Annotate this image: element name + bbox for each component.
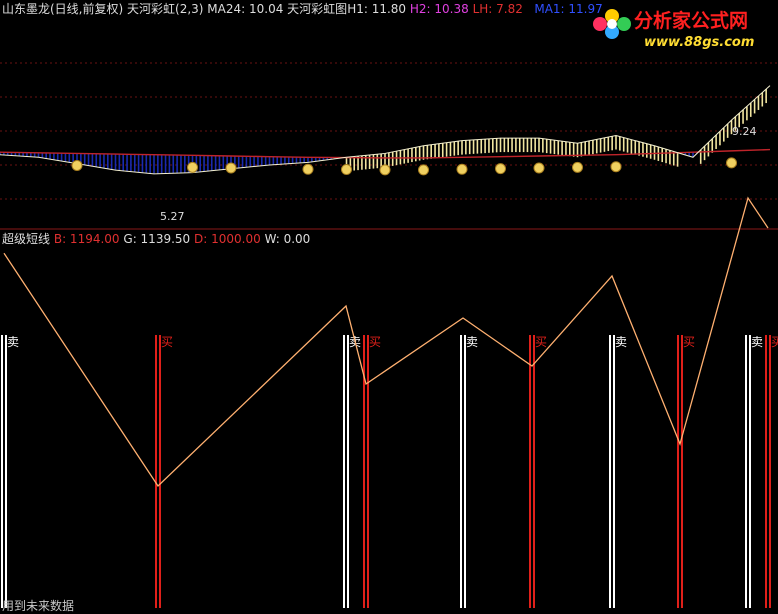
money-bag-icon bbox=[379, 164, 391, 176]
site-logo: 分析家公式网 www.88gs.com bbox=[593, 9, 754, 50]
signal-label: 买 bbox=[369, 335, 381, 349]
signal-label: 买 bbox=[771, 335, 778, 349]
money-bag-shape bbox=[495, 163, 506, 175]
logo-title: 分析家公式网 bbox=[634, 9, 748, 32]
money-bag-shape bbox=[572, 161, 583, 173]
money-bag-icon bbox=[302, 163, 314, 175]
money-bag-icon bbox=[533, 162, 545, 174]
ma24-value: MA24: 10.04 bbox=[207, 2, 284, 16]
money-bag-icon bbox=[726, 157, 737, 169]
rainbow-name: 天河彩虹图 bbox=[287, 2, 348, 16]
h1-value: H1: 11.80 bbox=[347, 2, 407, 16]
low-price-label: 5.27 bbox=[160, 210, 185, 223]
money-bag-shape bbox=[187, 161, 198, 173]
signal-label: 买 bbox=[535, 335, 547, 349]
money-bag-shape bbox=[726, 157, 737, 169]
signal-label: 卖 bbox=[7, 335, 19, 349]
indicator-short-line: 超级短线 bbox=[2, 232, 51, 246]
money-bag-shape bbox=[379, 164, 391, 176]
d-value: D: 1000.00 bbox=[194, 232, 261, 246]
top-header: 山东墨龙(日线,前复权) 天河彩虹(2,3) MA24: 10.04 天河彩虹图… bbox=[2, 2, 603, 16]
money-bag-icon bbox=[341, 164, 352, 176]
money-bag-icon bbox=[572, 161, 583, 173]
indicator-name: 天河彩虹(2,3) bbox=[127, 2, 204, 16]
signal-label: 卖 bbox=[615, 335, 627, 349]
signal-label: 卖 bbox=[751, 335, 763, 349]
money-bag-icon bbox=[225, 162, 237, 174]
money-bag-shape bbox=[302, 163, 314, 175]
w-value: W: 0.00 bbox=[264, 232, 311, 246]
logo-url: www.88gs.com bbox=[644, 35, 754, 50]
money-bag-shape bbox=[610, 161, 622, 173]
h2-value: H2: 10.38 bbox=[409, 2, 469, 16]
signal-label: 卖 bbox=[466, 335, 478, 349]
money-bag-icon bbox=[495, 163, 506, 175]
stock-title: 山东墨龙(日线,前复权) bbox=[2, 2, 124, 16]
bottom-header: 超级短线 B: 1194.00 G: 1139.50 D: 1000.00 W:… bbox=[2, 232, 310, 246]
footer-partial-text: 用到未来数据 bbox=[2, 598, 74, 613]
lh-value: LH: 7.82 bbox=[472, 2, 523, 16]
signal-label: 买 bbox=[683, 335, 695, 349]
money-bag-shape bbox=[341, 164, 352, 176]
money-bag-icon bbox=[610, 161, 622, 173]
money-bag-shape bbox=[71, 159, 83, 171]
money-bag-icon bbox=[71, 159, 83, 171]
money-bag-shape bbox=[533, 162, 545, 174]
b-value: B: 1194.00 bbox=[53, 232, 120, 246]
money-bag-shape bbox=[456, 163, 468, 175]
right-price-label: 9.24 bbox=[732, 125, 757, 138]
signal-label: 买 bbox=[161, 335, 173, 349]
money-bag-icon bbox=[456, 163, 468, 175]
money-bag-shape bbox=[225, 162, 237, 174]
flower-icon bbox=[593, 9, 631, 39]
money-bag-icon bbox=[187, 161, 198, 173]
money-bag-icon bbox=[418, 164, 429, 176]
stock-chart: 5.279.24 卖买卖买卖买卖买卖买 用到未来数据 bbox=[0, 0, 778, 614]
money-bag-shape bbox=[418, 164, 429, 176]
g-value: G: 1139.50 bbox=[123, 232, 191, 246]
